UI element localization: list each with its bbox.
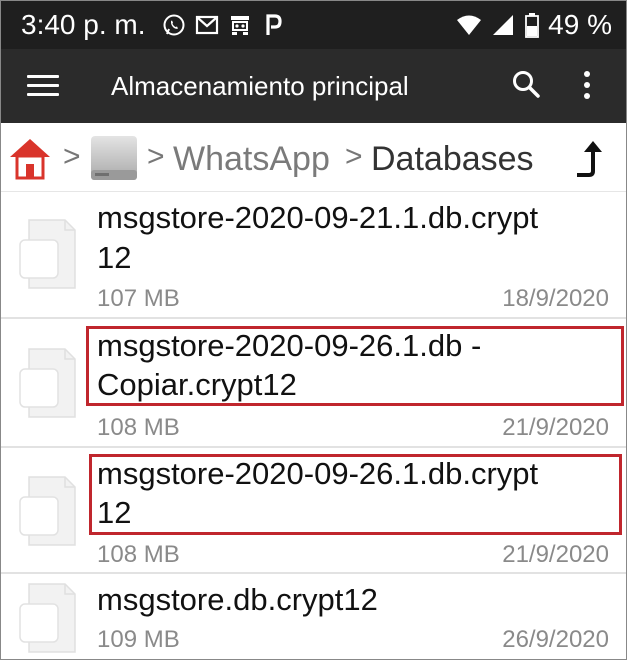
highlight-box bbox=[86, 326, 624, 406]
up-arrow-icon bbox=[577, 141, 602, 177]
file-row[interactable]: msgstore-2020-09-26.1.db - Copiar.crypt1… bbox=[1, 319, 626, 448]
breadcrumb-separator: > bbox=[63, 140, 81, 173]
battery-percent: 49 % bbox=[548, 9, 612, 40]
status-bar: 3:40 p. m. 49 % bbox=[1, 1, 626, 49]
file-size: 108 MB bbox=[97, 414, 180, 441]
file-row[interactable]: msgstore-2020-09-26.1.db.crypt 12 108 MB… bbox=[1, 448, 626, 574]
file-row[interactable]: msgstore.db.crypt12 109 MB 26/9/2020 bbox=[1, 574, 626, 659]
file-icon bbox=[19, 476, 76, 546]
signal-icon bbox=[490, 12, 516, 38]
gmail-icon bbox=[194, 12, 220, 38]
file-name-line1: msgstore-2020-09-21.1.db.crypt bbox=[97, 200, 539, 235]
breadcrumb-storage[interactable] bbox=[89, 133, 139, 188]
more-vert-icon-dot bbox=[584, 93, 590, 99]
battery-icon bbox=[524, 12, 540, 38]
storage-icon bbox=[91, 136, 137, 180]
file-date: 18/9/2020 bbox=[502, 285, 609, 312]
status-notification-icons bbox=[161, 11, 286, 39]
file-icon bbox=[19, 583, 76, 653]
more-options-button[interactable] bbox=[575, 69, 599, 103]
menu-icon-bar bbox=[27, 84, 59, 87]
file-date: 26/9/2020 bbox=[502, 626, 609, 653]
file-size: 107 MB bbox=[97, 285, 180, 312]
home-icon bbox=[10, 139, 50, 180]
status-time: 3:40 p. m. bbox=[21, 9, 146, 40]
more-vert-icon-dot bbox=[584, 82, 590, 88]
more-vert-icon bbox=[584, 71, 590, 77]
search-button[interactable] bbox=[509, 67, 545, 103]
breadcrumb-separator: > bbox=[147, 140, 165, 173]
file-size: 108 MB bbox=[97, 541, 180, 568]
whatsapp-icon bbox=[161, 12, 187, 38]
file-date: 21/9/2020 bbox=[502, 414, 609, 441]
menu-icon-bar bbox=[27, 93, 59, 96]
search-icon bbox=[513, 71, 540, 98]
app-title: Almacenamiento principal bbox=[111, 71, 409, 101]
wifi-icon bbox=[456, 12, 482, 38]
status-system-icons: 49 % bbox=[456, 8, 612, 42]
p-icon bbox=[260, 12, 286, 38]
breadcrumb-item-databases[interactable]: Databases bbox=[371, 139, 534, 179]
file-name-line1: msgstore.db.crypt12 bbox=[97, 582, 378, 617]
file-icon bbox=[19, 348, 76, 418]
app-bar: Almacenamiento principal bbox=[1, 49, 626, 123]
robot-icon bbox=[227, 12, 253, 38]
up-folder-button[interactable] bbox=[569, 137, 609, 186]
breadcrumb-separator: > bbox=[345, 140, 363, 173]
breadcrumb-home[interactable] bbox=[7, 135, 53, 186]
breadcrumb: > > WhatsApp > Databases bbox=[1, 123, 626, 192]
file-row[interactable]: msgstore-2020-09-21.1.db.crypt 12 107 MB… bbox=[1, 192, 626, 319]
file-icon bbox=[19, 219, 76, 289]
menu-icon bbox=[27, 75, 59, 78]
highlight-box bbox=[89, 454, 622, 535]
file-size: 109 MB bbox=[97, 626, 180, 653]
screen: 3:40 p. m. 49 % Almacenamiento principal… bbox=[0, 0, 627, 660]
breadcrumb-item-whatsapp[interactable]: WhatsApp bbox=[173, 139, 330, 179]
file-name-line2: 12 bbox=[97, 240, 132, 275]
menu-button[interactable] bbox=[27, 71, 61, 101]
file-date: 21/9/2020 bbox=[502, 541, 609, 568]
